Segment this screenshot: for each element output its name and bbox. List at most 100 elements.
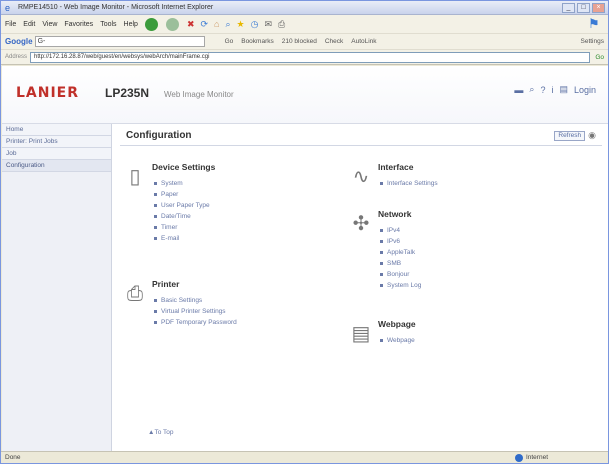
bullet-icon (154, 236, 157, 240)
minimize-button[interactable]: _ (562, 3, 575, 13)
help-icon[interactable]: ? (540, 85, 545, 95)
menu-view[interactable]: View (42, 21, 57, 28)
link-system[interactable]: System (154, 178, 210, 189)
menu-tools[interactable]: Tools (100, 21, 116, 28)
sidebar-item-configuration[interactable]: Configuration (2, 160, 111, 172)
link-email[interactable]: E-mail (154, 233, 210, 244)
sidebar-item-home[interactable]: Home (2, 124, 111, 136)
favorites-button[interactable]: ★ (237, 19, 245, 30)
menu-file[interactable]: File (5, 21, 16, 28)
print-button[interactable]: ⎙ (278, 19, 285, 30)
windows-flag-icon: ⚑ (588, 16, 600, 31)
link-appletalk[interactable]: AppleTalk (380, 247, 421, 258)
webpage-icon: ▤ (351, 323, 371, 345)
google-settings-button[interactable]: Settings (581, 38, 605, 45)
link-basic-settings[interactable]: Basic Settings (154, 295, 237, 306)
link-smb-label: SMB (387, 260, 402, 267)
link-virtual-printer-settings-label: Virtual Printer Settings (161, 308, 226, 315)
back-icon (144, 17, 158, 31)
printer-links: Basic Settings Virtual Printer Settings … (154, 295, 237, 328)
close-button[interactable]: × (592, 3, 605, 13)
bullet-icon (154, 298, 157, 302)
title-bar: e RMPE14510 - Web Image Monitor - Micros… (1, 1, 608, 15)
zone-label: Internet (525, 454, 548, 461)
forward-button[interactable] (165, 17, 181, 31)
spell-check-button[interactable]: Check (325, 38, 343, 45)
link-ipv6[interactable]: IPv6 (380, 236, 421, 247)
link-webpage[interactable]: Webpage (380, 335, 415, 346)
link-bonjour[interactable]: Bonjour (380, 269, 421, 280)
menu-edit[interactable]: Edit (23, 21, 35, 28)
stop-button[interactable]: ✖ (187, 19, 195, 30)
network-section: ✣ Network IPv4 IPv6 AppleTalk SMB Bonjou… (350, 209, 570, 309)
search-icon[interactable]: ⌕ (529, 84, 534, 95)
interface-section: ∿ Interface Interface Settings (350, 162, 570, 202)
link-timer-label: Timer (161, 224, 178, 231)
popup-blocked-button[interactable]: 210 blocked (282, 38, 317, 45)
link-date-time[interactable]: Date/Time (154, 211, 210, 222)
link-pdf-temporary-password[interactable]: PDF Temporary Password (154, 317, 237, 328)
link-system-log-label: System Log (387, 282, 422, 289)
link-interface-settings[interactable]: Interface Settings (380, 178, 438, 189)
mail-button[interactable]: ✉ (264, 19, 272, 30)
google-bookmarks-button[interactable]: Bookmarks (241, 38, 274, 45)
link-ipv6-label: IPv6 (387, 238, 401, 245)
google-go-button[interactable]: Go (225, 38, 234, 45)
address-bar: Address http://172.16.28.87/web/guest/en… (1, 49, 608, 65)
google-search-input[interactable]: G- (34, 36, 205, 47)
address-input[interactable]: http://172.16.28.87/web/guest/en/websys/… (30, 51, 591, 63)
link-interface-settings-label: Interface Settings (387, 180, 438, 187)
login-icon[interactable]: ▤ (559, 84, 568, 95)
go-button[interactable]: Go (595, 54, 604, 61)
link-virtual-printer-settings[interactable]: Virtual Printer Settings (154, 306, 237, 317)
back-button[interactable] (144, 17, 160, 31)
refresh-control[interactable]: Refresh ◉ (554, 130, 596, 141)
history-button[interactable]: ◷ (251, 19, 259, 30)
link-ipv4[interactable]: IPv4 (380, 225, 421, 236)
sidebar-item-print-jobs[interactable]: Printer: Print Jobs (2, 136, 111, 148)
maximize-button[interactable]: □ (577, 3, 590, 13)
link-paper[interactable]: Paper (154, 189, 210, 200)
link-system-log[interactable]: System Log (380, 280, 421, 291)
security-zone: Internet (514, 453, 548, 462)
menu-help[interactable]: Help (124, 21, 138, 28)
webpage-title: Webpage (378, 319, 416, 329)
bullet-icon (154, 225, 157, 229)
link-ipv4-label: IPv4 (387, 227, 401, 234)
page-header: LANIER LP235N Web Image Monitor ▬ ⌕ ? i … (2, 66, 608, 124)
bullet-icon (380, 338, 383, 342)
home-button[interactable]: ⌂ (214, 19, 219, 29)
device-settings-section: ▯ Device Settings System Paper User Pape… (124, 162, 344, 267)
model-name: LP235N (105, 86, 150, 100)
refresh-button[interactable]: Refresh (554, 130, 586, 141)
link-smb[interactable]: SMB (380, 258, 421, 269)
info-icon[interactable]: i (551, 85, 553, 95)
link-date-time-label: Date/Time (161, 213, 191, 220)
link-appletalk-label: AppleTalk (387, 249, 416, 256)
bullet-icon (380, 250, 383, 254)
autolink-button[interactable]: AutoLink (351, 38, 376, 45)
status-text: Done (5, 454, 21, 461)
bullet-icon (380, 261, 383, 265)
header-icons: ▬ ⌕ ? i ▤ Login (514, 84, 596, 95)
menu-favorites[interactable]: Favorites (64, 21, 93, 28)
ie-icon: e (5, 2, 11, 13)
sidebar-item-job[interactable]: Job (2, 148, 111, 160)
link-icon[interactable]: ▬ (514, 85, 523, 95)
network-title: Network (378, 209, 412, 219)
link-timer[interactable]: Timer (154, 222, 210, 233)
to-top-link[interactable]: ▲To Top (148, 429, 173, 436)
device-settings-title: Device Settings (152, 162, 216, 172)
page-title: Configuration (126, 130, 192, 141)
link-user-paper-type[interactable]: User Paper Type (154, 200, 210, 211)
to-top-label: To Top (154, 429, 174, 436)
device-settings-links: System Paper User Paper Type Date/Time T… (154, 178, 210, 244)
login-link[interactable]: Login (574, 85, 596, 95)
globe-icon (514, 453, 523, 462)
address-label: Address (5, 54, 28, 60)
link-basic-settings-label: Basic Settings (161, 297, 203, 304)
bullet-icon (154, 181, 157, 185)
search-browser-button[interactable]: ⌕ (225, 19, 230, 30)
refresh-icon[interactable]: ◉ (588, 130, 596, 141)
refresh-browser-button[interactable]: ⟳ (200, 19, 208, 30)
